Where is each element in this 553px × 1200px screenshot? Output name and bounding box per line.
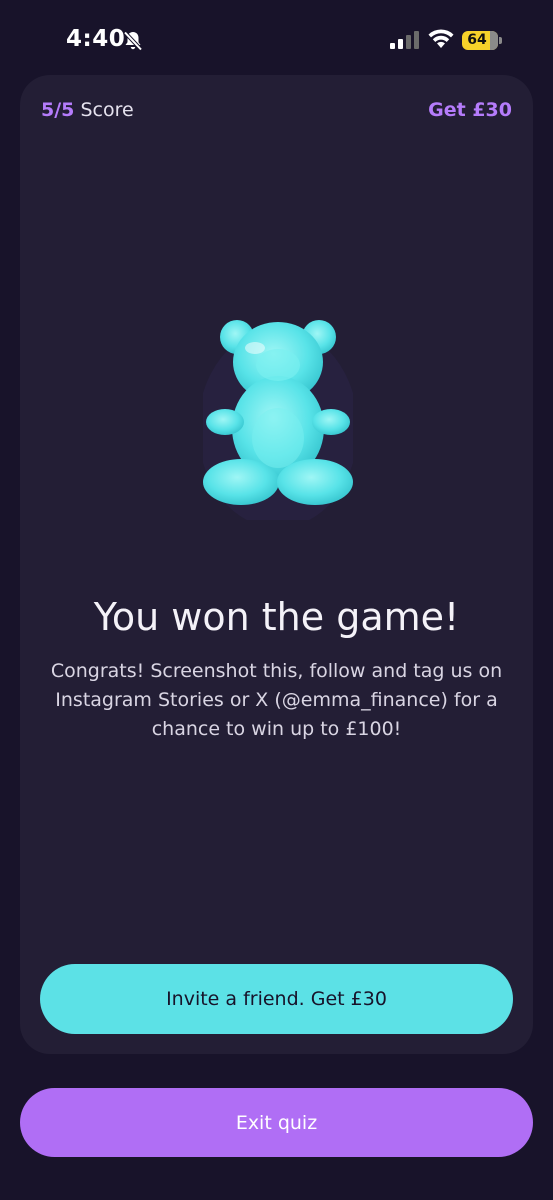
invite-friend-button[interactable]: Invite a friend. Get £30 xyxy=(40,964,513,1034)
status-bar: 4:40 64 xyxy=(0,0,553,80)
bell-slash-icon xyxy=(123,31,143,51)
wifi-icon xyxy=(428,29,454,48)
congrats-message: Congrats! Screenshot this, follow and ta… xyxy=(50,660,503,740)
battery-nub xyxy=(499,37,502,44)
get-reward-link[interactable]: Get £30 xyxy=(428,99,512,121)
status-time: 4:40 xyxy=(66,26,126,52)
battery-level: 64 xyxy=(467,32,487,48)
gummy-bear-icon xyxy=(203,320,353,520)
score-label: Score xyxy=(80,99,134,121)
score: 5/5 Score xyxy=(41,99,134,121)
signal-icon xyxy=(390,31,419,49)
exit-quiz-button[interactable]: Exit quiz xyxy=(20,1088,533,1157)
headline: You won the game! xyxy=(93,595,460,639)
battery-icon: 64 xyxy=(462,31,498,50)
score-value: 5/5 xyxy=(41,99,75,121)
quiz-result-card: 5/5 Score Get £30 You won the game! Cong… xyxy=(20,75,533,1054)
